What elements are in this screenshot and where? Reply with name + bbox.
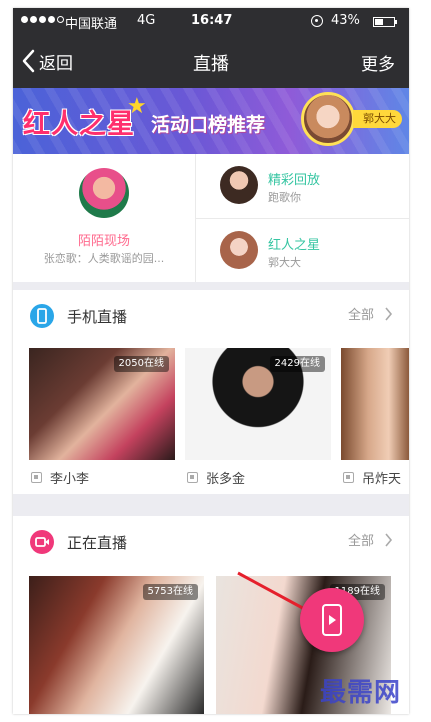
viewer-count: 2429在线 bbox=[269, 356, 325, 372]
stream-thumbnail: 1189在线 bbox=[216, 576, 391, 714]
section-header: 手机直播 全部 bbox=[13, 290, 409, 340]
featured-item-subtitle: 郭大大 bbox=[268, 256, 301, 269]
network-type: 4G bbox=[137, 13, 156, 28]
top-bar: 中国联通 4G 16:47 43% 返回 直播 更多 bbox=[13, 8, 409, 88]
phone-live-all-button[interactable]: 全部 bbox=[348, 304, 393, 323]
stream-thumbnail: 2050在线 bbox=[29, 348, 175, 460]
stream-thumbnail: 5753在线 bbox=[29, 576, 204, 714]
live-card[interactable]: 吊炸天 bbox=[341, 348, 409, 488]
section-header: 正在直播 全部 bbox=[13, 516, 409, 566]
chevron-right-icon bbox=[385, 306, 393, 321]
featured-panel: 陌陌现场 张恋歌：人类歌谣的园... 精彩回放 跑歌你 红人之星 郭大大 bbox=[13, 154, 409, 282]
viewer-count: 2050在线 bbox=[113, 356, 169, 372]
featured-main-subtitle: 张恋歌：人类歌谣的园... bbox=[43, 252, 165, 265]
back-label: 返回 bbox=[39, 53, 73, 74]
live-now-all-button[interactable]: 全部 bbox=[348, 530, 393, 549]
viewer-count: 5753在线 bbox=[142, 584, 198, 600]
nav-bar: 返回 直播 更多 bbox=[13, 36, 409, 88]
banner-name-tag: 郭大大 bbox=[353, 110, 402, 128]
featured-item-subtitle: 跑歌你 bbox=[268, 191, 301, 204]
all-label: 全部 bbox=[347, 534, 374, 549]
streamer-name: 吊炸天 bbox=[362, 472, 402, 487]
chevron-right-icon bbox=[385, 532, 393, 547]
featured-item-title: 精彩回放 bbox=[268, 173, 321, 188]
rotation-lock-icon bbox=[311, 15, 323, 27]
featured-item-star[interactable]: 红人之星 郭大大 bbox=[196, 219, 409, 283]
featured-main-item[interactable]: 陌陌现场 张恋歌：人类歌谣的园... bbox=[13, 154, 195, 282]
promo-banner[interactable]: 红人之星 ★ 活动口榜推荐 郭大大 bbox=[13, 88, 409, 154]
featured-main-title: 陌陌现场 bbox=[77, 234, 130, 249]
phone-play-icon bbox=[322, 604, 342, 636]
featured-item-title: 红人之星 bbox=[268, 238, 321, 253]
chevron-left-icon bbox=[22, 49, 35, 73]
live-card[interactable]: 5753在线 bbox=[29, 576, 204, 714]
avatar bbox=[220, 231, 258, 269]
phone-icon bbox=[30, 304, 54, 328]
more-button[interactable]: 更多 bbox=[361, 50, 395, 75]
banner-title-secondary: 活动口榜推荐 bbox=[151, 114, 266, 136]
back-button[interactable]: 返回 bbox=[21, 46, 73, 76]
streamer-label: 张多金 bbox=[187, 468, 245, 487]
section-title: 手机直播 bbox=[67, 308, 128, 326]
all-label: 全部 bbox=[347, 308, 374, 323]
phone-live-section: 手机直播 全部 2050在线 李小李 2429在线 张多金 吊炸天 bbox=[13, 290, 409, 494]
live-card[interactable]: 1189在线 bbox=[216, 576, 391, 714]
banner-avatar bbox=[301, 92, 355, 146]
avatar bbox=[79, 168, 129, 218]
status-bar: 中国联通 4G 16:47 43% bbox=[13, 8, 409, 36]
carrier-name: 中国联通 bbox=[65, 17, 118, 32]
streamer-name: 李小李 bbox=[50, 472, 90, 487]
tv-icon bbox=[31, 472, 42, 483]
streamer-label: 吊炸天 bbox=[343, 468, 401, 487]
avatar bbox=[220, 166, 258, 204]
signal-strength-icon bbox=[21, 16, 64, 23]
battery-icon bbox=[373, 17, 397, 27]
start-live-button[interactable] bbox=[300, 588, 364, 652]
status-time: 16:47 bbox=[191, 13, 233, 28]
featured-item-replay[interactable]: 精彩回放 跑歌你 bbox=[196, 154, 409, 218]
streamer-label: 李小李 bbox=[31, 468, 89, 487]
video-camera-icon bbox=[30, 530, 54, 554]
tv-icon bbox=[187, 472, 198, 483]
battery-percent: 43% bbox=[331, 13, 360, 28]
streamer-name: 张多金 bbox=[206, 472, 246, 487]
banner-title-primary: 红人之星 bbox=[23, 109, 135, 140]
stream-thumbnail bbox=[341, 348, 409, 460]
stream-thumbnail: 2429在线 bbox=[185, 348, 331, 460]
battery-fill bbox=[375, 19, 383, 25]
tv-icon bbox=[343, 472, 354, 483]
live-card[interactable]: 2050在线 李小李 bbox=[29, 348, 175, 488]
star-icon: ★ bbox=[127, 94, 147, 119]
section-title: 正在直播 bbox=[67, 534, 128, 552]
live-card[interactable]: 2429在线 张多金 bbox=[185, 348, 331, 488]
